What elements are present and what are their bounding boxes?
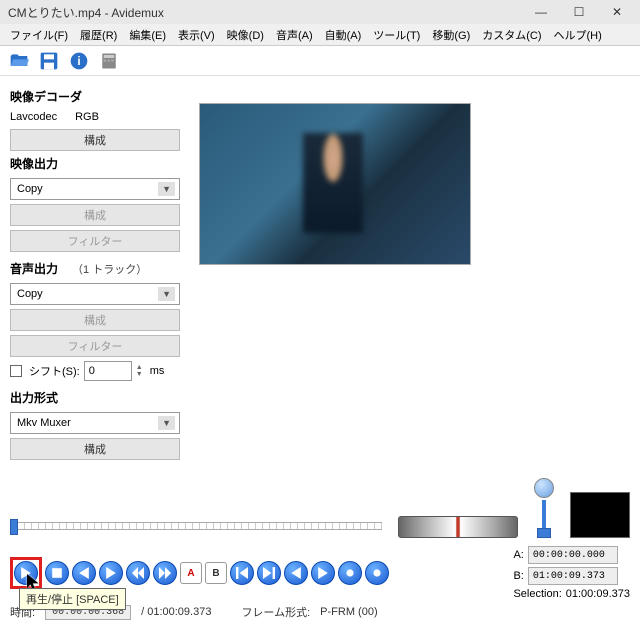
scrubber-thumb[interactable] — [10, 519, 18, 535]
menu-tools[interactable]: ツール(T) — [367, 24, 426, 46]
nav-wheel[interactable] — [398, 516, 518, 538]
content: 映像デコーダ Lavcodec RGB 構成 映像出力 Copy 構成 フィルタ… — [0, 76, 640, 472]
menu-help[interactable]: ヘルプ(H) — [548, 24, 608, 46]
decoder-mode: RGB — [75, 111, 99, 123]
goto-a-button[interactable] — [284, 561, 308, 585]
open-icon[interactable] — [8, 50, 30, 72]
video-out-combo[interactable]: Copy — [10, 178, 180, 200]
stop-button[interactable] — [45, 561, 69, 585]
menubar: ファイル(F) 履歴(R) 編集(E) 表示(V) 映像(D) 音声(A) 自動… — [0, 24, 640, 46]
output-configure-button[interactable]: 構成 — [10, 438, 180, 460]
play-button[interactable] — [14, 561, 38, 585]
menu-file[interactable]: ファイル(F) — [4, 24, 74, 46]
menu-view[interactable]: 表示(V) — [172, 24, 221, 46]
svg-text:i: i — [77, 55, 80, 68]
spin-down-icon[interactable]: ▼ — [136, 371, 146, 378]
volume-slider[interactable] — [534, 478, 554, 538]
frame-value: P-FRM (00) — [320, 606, 377, 618]
selection-label: Selection: — [513, 588, 561, 600]
menu-go[interactable]: 移動(G) — [426, 24, 476, 46]
shift-label: シフト(S): — [29, 363, 80, 379]
marker-a-label: A: — [513, 549, 523, 561]
marker-a-value[interactable]: 00:00:00.000 — [528, 546, 618, 564]
playback-controls: 再生/停止 [SPACE] A B — [10, 557, 389, 589]
shift-input[interactable]: 0 — [84, 361, 132, 381]
save-icon[interactable] — [38, 50, 60, 72]
volume-knob-icon[interactable] — [534, 478, 554, 498]
audio-tracks: （1 トラック） — [72, 261, 147, 277]
window-title: CMとりたい.mp4 - Avidemux — [8, 4, 522, 21]
prev-frame-button[interactable] — [72, 561, 96, 585]
shift-ms: ms — [150, 365, 165, 377]
set-marker-a-button[interactable]: A — [180, 562, 202, 584]
marker-b-label: B: — [513, 570, 523, 582]
audio-out-combo[interactable]: Copy — [10, 283, 180, 305]
calculator-icon[interactable] — [98, 50, 120, 72]
play-tooltip: 再生/停止 [SPACE] — [19, 588, 126, 610]
output-format-label: 出力形式 — [10, 389, 190, 406]
decoder-configure-button[interactable]: 構成 — [10, 129, 180, 151]
output-format-combo[interactable]: Mkv Muxer — [10, 412, 180, 434]
selection-value: 01:00:09.373 — [566, 588, 630, 600]
decoder-codec: Lavcodec — [10, 111, 57, 123]
menu-auto[interactable]: 自動(A) — [319, 24, 368, 46]
goto-start-button[interactable] — [230, 561, 254, 585]
video-filter-button[interactable]: フィルター — [10, 230, 180, 252]
shift-checkbox[interactable] — [10, 365, 22, 377]
menu-audio[interactable]: 音声(A) — [270, 24, 319, 46]
video-out-label: 映像出力 — [10, 155, 190, 172]
menu-custom[interactable]: カスタム(C) — [476, 24, 547, 46]
frame-label: フレーム形式: — [241, 604, 310, 620]
next-keyframe-button[interactable] — [153, 561, 177, 585]
goto-b-button[interactable] — [311, 561, 335, 585]
menu-edit[interactable]: 編集(E) — [123, 24, 172, 46]
timeline-scrubber[interactable] — [10, 514, 382, 538]
close-button[interactable]: ✕ — [598, 1, 636, 23]
toolbar: i — [0, 46, 640, 76]
goto-end-button[interactable] — [257, 561, 281, 585]
left-panel: 映像デコーダ Lavcodec RGB 構成 映像出力 Copy 構成 フィルタ… — [10, 84, 190, 464]
thumbnail-preview — [570, 492, 630, 538]
spin-up-icon[interactable]: ▲ — [136, 364, 146, 371]
maximize-button[interactable]: ☐ — [560, 1, 598, 23]
set-marker-b-button[interactable]: B — [205, 562, 227, 584]
audio-out-label: 音声出力 — [10, 260, 58, 277]
menu-recent[interactable]: 履歴(R) — [74, 24, 123, 46]
audio-filter-button[interactable]: フィルター — [10, 335, 180, 357]
next-black-button[interactable] — [365, 561, 389, 585]
next-frame-button[interactable] — [99, 561, 123, 585]
prev-black-button[interactable] — [338, 561, 362, 585]
bottom-panel: 再生/停止 [SPACE] A B A: 00:00:00.000 — [0, 472, 640, 630]
minimize-button[interactable]: — — [522, 1, 560, 23]
audio-configure-button[interactable]: 構成 — [10, 309, 180, 331]
total-time: / 01:00:09.373 — [141, 606, 211, 618]
ab-markers: A: 00:00:00.000 B: 01:00:09.373 Selectio… — [513, 546, 630, 600]
decoder-label: 映像デコーダ — [10, 88, 190, 105]
prev-keyframe-button[interactable] — [126, 561, 150, 585]
video-configure-button[interactable]: 構成 — [10, 204, 180, 226]
info-icon[interactable]: i — [68, 50, 90, 72]
marker-b-value[interactable]: 01:00:09.373 — [528, 567, 618, 585]
titlebar: CMとりたい.mp4 - Avidemux — ☐ ✕ — [0, 0, 640, 24]
menu-video[interactable]: 映像(D) — [221, 24, 270, 46]
video-preview — [200, 104, 470, 264]
